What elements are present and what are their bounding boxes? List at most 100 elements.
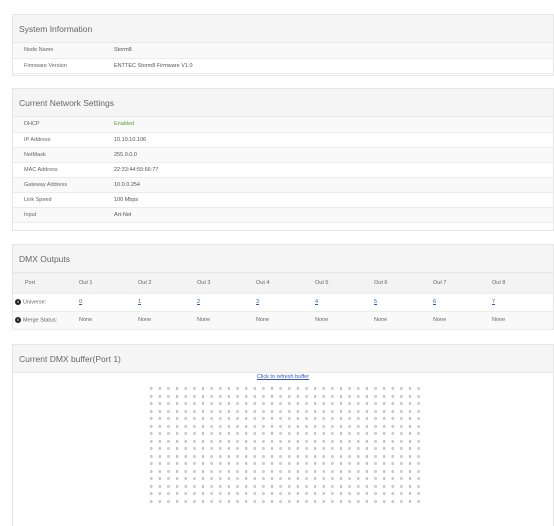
buffer-cell: 0 — [296, 469, 300, 475]
universe-link-out-1[interactable]: 0 — [79, 299, 82, 305]
buffer-cell: 0 — [417, 417, 421, 422]
buffer-cell: 0 — [253, 492, 257, 497]
buffer-cell: 0 — [339, 477, 343, 482]
table-row: Firmware Version ENTTEC Storm8 Firmware … — [13, 58, 553, 74]
buffer-cell: 0 — [253, 462, 257, 467]
input-value: Art-Net — [114, 207, 553, 223]
buffer-cell: 0 — [270, 417, 274, 422]
buffer-cell: 0 — [184, 454, 188, 460]
buffer-cell: 0 — [279, 462, 283, 467]
buffer-cell: 0 — [218, 484, 222, 490]
buffer-cell: 0 — [400, 477, 403, 482]
buffer-cell: 0 — [365, 394, 369, 400]
universe-link-out-5[interactable]: 4 — [315, 299, 318, 305]
buffer-cell: 0 — [193, 387, 196, 392]
buffer-cell: 0 — [322, 432, 326, 437]
buffer-cell: 0 — [201, 469, 205, 475]
buffer-cell: 0 — [253, 447, 257, 452]
buffer-cell: 0 — [270, 477, 274, 482]
buffer-cell: 0 — [417, 462, 421, 467]
buffer-cell: 0 — [356, 432, 360, 437]
buffer-cell: 0 — [365, 492, 369, 497]
refresh-buffer-link[interactable]: Click to refresh buffer — [13, 374, 553, 380]
buffer-cell: 0 — [296, 417, 300, 422]
buffer-cell: 0 — [296, 432, 300, 437]
buffer-cell: 0 — [296, 447, 300, 452]
buffer-cell: 0 — [322, 492, 326, 497]
buffer-cell: 0 — [210, 409, 214, 415]
buffer-cell: 0 — [244, 432, 248, 437]
dmx-buffer-title: Current DMX buffer(Port 1) — [13, 345, 553, 373]
buffer-cell: 0 — [374, 492, 377, 497]
universe-link-out-3[interactable]: 2 — [197, 299, 200, 305]
buffer-cell: 0 — [270, 484, 274, 490]
info-icon[interactable]: i — [15, 316, 21, 323]
buffer-cell: 0 — [391, 387, 395, 392]
buffer-cell: 0 — [193, 477, 196, 482]
buffer-cell: 0 — [331, 492, 334, 497]
buffer-cell: 0 — [408, 439, 412, 445]
buffer-cell: 0 — [374, 387, 377, 392]
buffer-cell: 0 — [253, 402, 257, 407]
buffer-cell: 0 — [244, 484, 248, 490]
buffer-cell: 0 — [331, 447, 334, 452]
buffer-cell: 0 — [236, 424, 239, 430]
buffer-cell: 0 — [313, 432, 317, 437]
buffer-cell: 0 — [382, 439, 386, 445]
buffer-cell: 0 — [322, 447, 326, 452]
buffer-cell: 0 — [313, 417, 317, 422]
universe-link-out-8[interactable]: 7 — [492, 299, 495, 305]
buffer-cell: 0 — [193, 492, 196, 497]
buffer-cell: 0 — [210, 477, 214, 482]
buffer-cell: 0 — [305, 477, 308, 482]
buffer-cell: 0 — [322, 402, 326, 407]
buffer-cell: 0 — [400, 432, 403, 437]
buffer-cell: 0 — [210, 402, 214, 407]
mac-address-value: 22:33:44:55:66:77 — [114, 162, 553, 178]
merge-status-out-4: None — [256, 311, 315, 330]
universe-link-out-7[interactable]: 6 — [433, 299, 436, 305]
buffer-cell: 0 — [322, 439, 326, 445]
buffer-cell: 0 — [296, 424, 300, 430]
buffer-cell: 0 — [322, 499, 326, 505]
table-row: Input Art-Net — [13, 207, 553, 223]
buffer-cell: 0 — [193, 409, 196, 415]
buffer-cell: 0 — [391, 424, 395, 430]
buffer-cell: 0 — [417, 394, 421, 400]
netmask-label: NetMask — [13, 147, 114, 163]
buffer-cell: 0 — [374, 447, 377, 452]
buffer-cell: 0 — [400, 447, 403, 452]
buffer-cell: 0 — [193, 394, 196, 400]
buffer-cell: 0 — [210, 417, 214, 422]
buffer-cell: 0 — [408, 432, 412, 437]
info-icon[interactable]: i — [15, 298, 21, 305]
buffer-cell: 0 — [227, 439, 231, 445]
buffer-cell: 0 — [158, 454, 162, 460]
universe-link-out-2[interactable]: 1 — [138, 299, 141, 305]
buffer-cell: 0 — [236, 409, 239, 415]
node-name-label: Node Name — [13, 43, 114, 59]
universe-link-out-6[interactable]: 5 — [374, 299, 377, 305]
buffer-cell: 0 — [305, 387, 308, 392]
buffer-cell: 0 — [356, 417, 360, 422]
buffer-cell: 0 — [400, 454, 403, 460]
buffer-cell: 0 — [400, 499, 403, 505]
buffer-cell: 0 — [210, 387, 214, 392]
buffer-cell: 0 — [322, 409, 326, 415]
buffer-cell: 0 — [400, 424, 403, 430]
buffer-cell: 0 — [227, 409, 231, 415]
buffer-cell: 0 — [382, 477, 386, 482]
buffer-cell: 0 — [365, 499, 369, 505]
buffer-cell: 0 — [210, 439, 214, 445]
out-2-header: Out 2 — [138, 273, 197, 294]
gateway-address-value: 10.0.0.254 — [114, 177, 553, 193]
buffer-cell: 0 — [400, 462, 403, 467]
buffer-cell: 0 — [313, 462, 317, 467]
buffer-cell: 0 — [253, 387, 257, 392]
buffer-cell: 0 — [382, 447, 386, 452]
universe-link-out-4[interactable]: 3 — [256, 299, 259, 305]
buffer-cell: 0 — [253, 469, 257, 475]
buffer-cell: 0 — [322, 462, 326, 467]
buffer-cell: 0 — [244, 447, 248, 452]
buffer-cell: 0 — [287, 492, 291, 497]
